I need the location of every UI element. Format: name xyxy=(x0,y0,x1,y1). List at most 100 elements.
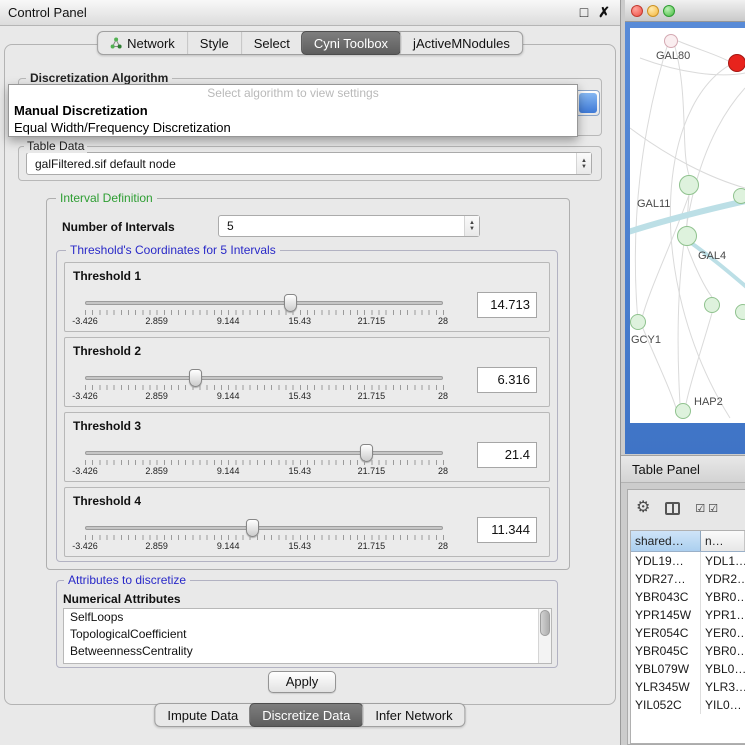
columns-icon[interactable] xyxy=(665,502,680,515)
scale-tick-label: 2.859 xyxy=(145,466,168,476)
zoom-traffic-icon[interactable] xyxy=(663,5,675,17)
threshold-box: Threshold 3-3.4262.8599.14415.4321.71528… xyxy=(64,412,550,482)
minimize-icon[interactable]: □ xyxy=(580,4,588,21)
tab-impute-data[interactable]: Impute Data xyxy=(155,704,250,726)
combo-arrows-icon[interactable]: ▲ ▼ xyxy=(576,153,591,174)
table-cell: YER054C xyxy=(631,624,701,642)
threshold-slider[interactable] xyxy=(85,451,443,455)
tab-network[interactable]: Network xyxy=(98,32,187,54)
tab-jactivemnodules[interactable]: jActiveMNodules xyxy=(400,32,522,54)
threshold-value-field[interactable]: 21.4 xyxy=(477,442,537,468)
threshold-slider[interactable] xyxy=(85,376,443,380)
tab-label: Network xyxy=(127,36,175,51)
tab-label: Discretize Data xyxy=(262,708,350,723)
table-panel-title: Table Panel xyxy=(632,462,700,477)
table-row[interactable]: YLR345WYLR3… xyxy=(631,678,745,696)
bottom-tab-bar: Impute Data Discretize Data Infer Network xyxy=(154,703,465,727)
node-label: GAL4 xyxy=(698,250,726,262)
scale-tick-label: 21.715 xyxy=(358,541,386,551)
table-panel-window: ⚙ ☑☑ shared…n… YDL19…YDL1…YDR27…YDR2…YBR… xyxy=(627,489,745,745)
threshold-value-field[interactable]: 6.316 xyxy=(477,367,537,393)
network-node[interactable] xyxy=(733,188,745,204)
scale-tick-label: 2.859 xyxy=(145,316,168,326)
network-node[interactable] xyxy=(728,54,745,72)
attributes-list[interactable]: SelfLoopsTopologicalCoefficientBetweenne… xyxy=(63,608,552,664)
apply-button[interactable]: Apply xyxy=(268,671,336,693)
attribute-list-item[interactable]: SelfLoops xyxy=(64,609,551,626)
scale-tick-label: 21.715 xyxy=(358,466,386,476)
network-canvas[interactable]: GAL80GAL11GAL4GCY1HAP2 xyxy=(630,28,745,423)
table-row[interactable]: YER054CYER0… xyxy=(631,624,745,642)
checkbox-icon: ☑ xyxy=(695,503,708,515)
scale-tick-label: -3.426 xyxy=(72,316,98,326)
slider-scale: -3.4262.8599.14415.4321.71528 xyxy=(85,466,443,478)
tab-discretize-data[interactable]: Discretize Data xyxy=(249,703,363,727)
table-data-combo[interactable]: galFiltered.sif default node ▲ ▼ xyxy=(26,152,592,175)
network-node[interactable] xyxy=(679,175,699,195)
table-toolbar: ⚙ ☑☑ xyxy=(636,494,743,522)
threshold-slider[interactable] xyxy=(85,301,443,305)
scale-tick-label: 15.43 xyxy=(289,391,312,401)
network-node[interactable] xyxy=(735,304,745,320)
arrow-down-icon: ▼ xyxy=(469,226,475,232)
table-cell: YBR045C xyxy=(631,642,701,660)
table-row[interactable]: YBR043CYBR0… xyxy=(631,588,745,606)
table-cell: YLR345W xyxy=(631,678,701,696)
tab-label: Select xyxy=(254,36,290,51)
combo-dropdown-button[interactable] xyxy=(579,93,597,113)
table-panel-titlebar: Table Panel xyxy=(621,455,745,483)
scale-tick-label: 15.43 xyxy=(289,541,312,551)
table-row[interactable]: YPR145WYPR1… xyxy=(631,606,745,624)
network-node[interactable] xyxy=(675,403,691,419)
control-panel-window: Control Panel □ ✗ Network Style Select Cyni… xyxy=(0,0,621,745)
table-row[interactable]: YBR045CYBR0… xyxy=(631,642,745,660)
table-data-label: Table Data xyxy=(24,139,87,153)
scale-tick-label: 9.144 xyxy=(217,466,240,476)
table-row[interactable]: YDL19…YDL1… xyxy=(631,552,745,570)
threshold-label: Threshold 4 xyxy=(73,494,141,508)
table-row[interactable]: YIL052CYIL0… xyxy=(631,696,745,714)
tab-select[interactable]: Select xyxy=(241,32,302,54)
algorithm-dropdown-options: Manual DiscretizationEqual Width/Frequen… xyxy=(9,102,577,136)
dropdown-option[interactable]: Manual Discretization xyxy=(9,102,577,119)
threshold-label: Threshold 3 xyxy=(73,419,141,433)
threshold-value-field[interactable]: 14.713 xyxy=(477,292,537,318)
scrollbar-thumb[interactable] xyxy=(540,610,550,636)
network-node[interactable] xyxy=(704,297,720,313)
attribute-list-item[interactable]: TopologicalCoefficient xyxy=(64,626,551,643)
table-cell: YDL1… xyxy=(701,552,745,570)
table-row[interactable]: YBL079WYBL0… xyxy=(631,660,745,678)
tab-cyni-toolbox[interactable]: Cyni Toolbox xyxy=(301,31,401,55)
number-of-intervals-combo[interactable]: 5 ▲ ▼ xyxy=(218,215,480,237)
table-cell: YBR0… xyxy=(701,588,745,606)
threshold-slider[interactable] xyxy=(85,526,443,530)
arrow-down-icon: ▼ xyxy=(581,164,587,170)
tab-infer-network[interactable]: Infer Network xyxy=(362,704,464,726)
attribute-list-item[interactable]: BetweennessCentrality xyxy=(64,643,551,660)
network-node[interactable] xyxy=(630,314,646,330)
column-header[interactable]: n… xyxy=(701,531,745,551)
column-header[interactable]: shared… xyxy=(631,531,701,551)
table-cell: YIL0… xyxy=(701,696,745,714)
scrollbar[interactable] xyxy=(538,609,551,663)
window-title: Control Panel xyxy=(8,5,87,20)
tab-style[interactable]: Style xyxy=(187,32,241,54)
gear-icon[interactable]: ⚙ xyxy=(636,500,650,516)
table-row[interactable]: YDR27…YDR2… xyxy=(631,570,745,588)
dropdown-option[interactable]: Equal Width/Frequency Discretization xyxy=(9,119,577,136)
threshold-value-field[interactable]: 11.344 xyxy=(477,517,537,543)
minimize-traffic-icon[interactable] xyxy=(647,5,659,17)
close-icon[interactable]: ✗ xyxy=(598,4,610,21)
thresholds-group-title: Threshold's Coordinates for 5 Intervals xyxy=(66,243,280,257)
close-traffic-icon[interactable] xyxy=(631,5,643,17)
table-cell: YPR1… xyxy=(701,606,745,624)
top-tab-bar: Network Style Select Cyni ToolboxjActiveMNo… xyxy=(97,31,523,55)
table-cell: YLR3… xyxy=(701,678,745,696)
combo-arrows-icon[interactable]: ▲ ▼ xyxy=(464,216,479,236)
network-node[interactable] xyxy=(677,226,697,246)
scale-tick-label: 21.715 xyxy=(358,316,386,326)
checkbox-icons[interactable]: ☑☑ xyxy=(695,502,721,515)
network-node[interactable] xyxy=(664,34,678,48)
scale-tick-label: 2.859 xyxy=(145,391,168,401)
table-body: YDL19…YDL1…YDR27…YDR2…YBR043CYBR0…YPR145… xyxy=(631,552,745,714)
